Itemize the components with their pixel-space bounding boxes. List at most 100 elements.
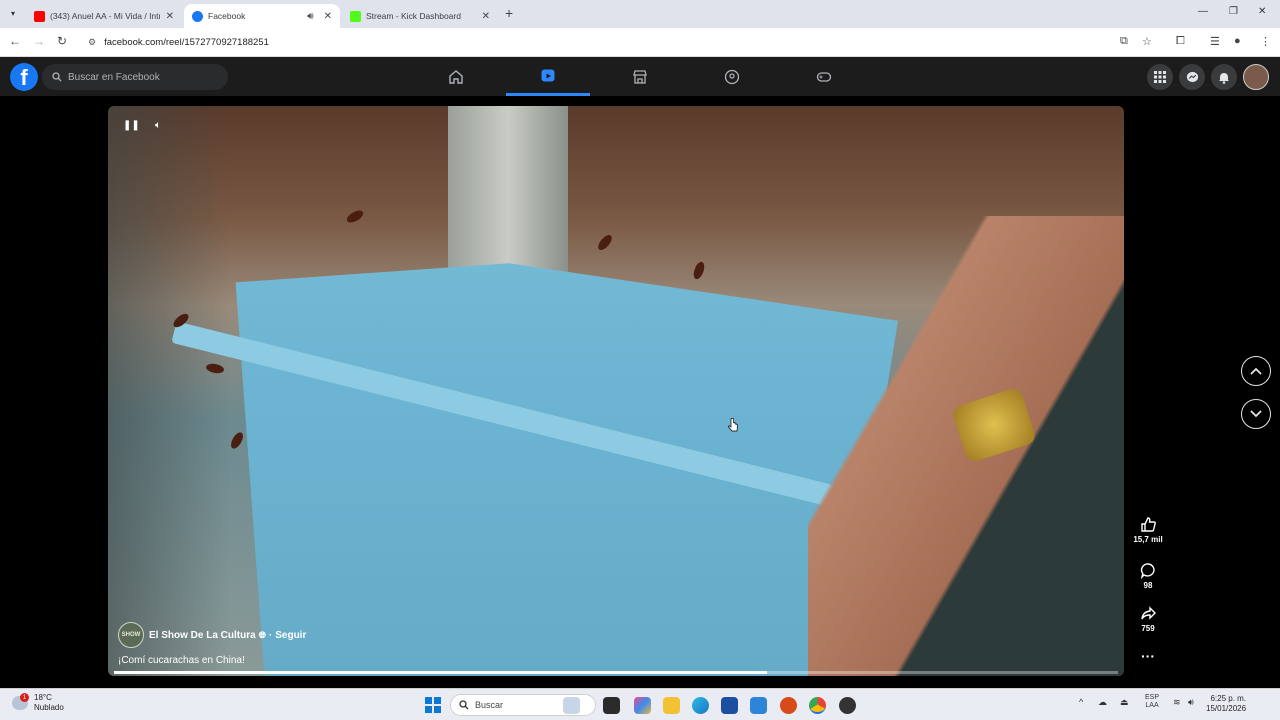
reel-progress-bar[interactable] (114, 671, 1118, 674)
copilot-icon[interactable] (634, 697, 651, 714)
tab-facebook[interactable]: Facebook 🔊︎ ✕ (184, 4, 340, 28)
nav-groups[interactable] (690, 57, 774, 96)
more-options-icon[interactable]: ··· (1128, 648, 1168, 664)
channel-name[interactable]: El Show De La Cultura (149, 630, 256, 641)
lang-code: ESP (1145, 694, 1160, 701)
pause-icon[interactable]: ❚❚ (123, 120, 140, 131)
comment-icon (1140, 563, 1155, 579)
channel-info: SHOW El Show De La Cultura 🌐︎ · Seguir (118, 622, 306, 648)
minimize-icon[interactable]: — (1198, 6, 1208, 17)
address-bar-row: ← → ↻ ⚙ facebook.com/reel/15727709271882… (0, 28, 1280, 57)
volume-tray-icon[interactable]: 🔊︎ (1188, 697, 1194, 708)
comment-button[interactable]: 98 (1128, 562, 1168, 590)
chevron-up-icon (1250, 367, 1262, 375)
grid-icon (1154, 71, 1166, 83)
chrome-icon[interactable] (809, 697, 826, 714)
tab-kick[interactable]: Stream - Kick Dashboard ✕ (342, 4, 498, 28)
tab-title: Facebook (208, 11, 246, 21)
usb-icon[interactable]: ⏏ (1120, 697, 1129, 708)
chevron-down-icon (1250, 410, 1262, 418)
clock-date: 15/01/2026 (1206, 704, 1247, 713)
follow-link[interactable]: Seguir (275, 630, 306, 641)
next-reel-button[interactable] (1241, 399, 1271, 429)
tray-overflow-icon[interactable]: ^ (1079, 697, 1083, 707)
youtube-icon (34, 10, 45, 22)
task-view-icon[interactable] (603, 697, 620, 714)
share-button[interactable]: 759 (1128, 605, 1168, 633)
facebook-logo[interactable]: f (10, 63, 38, 91)
nav-home[interactable] (414, 57, 498, 96)
back-icon[interactable]: ← (9, 34, 21, 48)
start-button[interactable] (425, 697, 441, 713)
messenger-button[interactable] (1179, 64, 1205, 90)
wifi-icon[interactable]: ≋ (1173, 697, 1181, 708)
like-button[interactable]: 15,7 mil (1128, 516, 1168, 544)
search-icon (52, 72, 62, 82)
like-count: 15,7 mil (1133, 535, 1163, 544)
notifications-button[interactable] (1211, 64, 1237, 90)
hand-cursor-icon (728, 418, 738, 432)
account-avatar[interactable] (1243, 64, 1269, 90)
language-indicator[interactable]: ESP LAA (1145, 694, 1159, 710)
url-bar[interactable]: ⚙ facebook.com/reel/1572770927188251 (80, 32, 1110, 53)
bookmark-star-icon[interactable]: ☆ (1142, 35, 1152, 48)
speaker-icon[interactable]: 🔊︎ (307, 11, 313, 22)
windows-taskbar: 1 18°C Nublado Buscar ^ ☁ ⏏ ESP LAA ≋ 🔊︎… (0, 688, 1280, 720)
close-tab-icon[interactable]: ✕ (324, 11, 332, 22)
video-scene-roach (344, 208, 366, 225)
install-app-icon[interactable]: ⧉ (1120, 35, 1128, 48)
separator-dot: · (268, 629, 273, 641)
menu-grid-button[interactable] (1147, 64, 1173, 90)
close-tab-icon[interactable]: ✕ (166, 11, 174, 22)
edge-icon[interactable] (692, 697, 709, 714)
profile-icon[interactable]: ● (1234, 35, 1241, 47)
messenger-icon (1186, 71, 1198, 82)
site-info-icon[interactable]: ⚙ (88, 37, 96, 48)
video-scene-roach (595, 232, 615, 253)
app-icon[interactable] (780, 697, 797, 714)
tab-search-icon[interactable]: ▾ (6, 6, 20, 20)
reels-icon (541, 69, 555, 82)
like-icon (1140, 517, 1156, 532)
nav-reels[interactable] (506, 57, 590, 96)
browser-tab-strip: ▾ (343) Anuel AA - Mi Vida / Intro ✕ Fac… (0, 0, 1280, 28)
tab-groups-icon[interactable]: ☰ (1210, 35, 1220, 48)
restore-icon[interactable]: ❐ (1229, 6, 1238, 17)
facebook-header: f Buscar en Facebook (0, 57, 1280, 96)
nav-gaming[interactable] (782, 57, 866, 96)
globe-icon: 🌐︎ (258, 629, 266, 640)
cloud-sync-icon[interactable]: ☁ (1098, 697, 1107, 708)
marketplace-icon (633, 69, 647, 84)
reel-progress-fill (114, 671, 767, 674)
home-icon (449, 69, 463, 84)
extensions-icon[interactable]: ⧠ (1176, 35, 1185, 48)
groups-icon (724, 69, 740, 84)
menu-icon[interactable]: ⋮ (1260, 35, 1271, 48)
previous-reel-button[interactable] (1241, 356, 1271, 386)
close-tab-icon[interactable]: ✕ (482, 11, 490, 22)
nav-marketplace[interactable] (598, 57, 682, 96)
kick-icon (350, 10, 361, 22)
close-window-icon[interactable]: ✕ (1258, 6, 1266, 17)
reel-video[interactable]: ❚❚ 🔈︎ SHOW El Show De La Cultura 🌐︎ · Se… (108, 106, 1124, 676)
share-icon (1140, 606, 1156, 620)
reload-icon[interactable]: ↻ (57, 34, 67, 48)
weather-widget[interactable]: 1 18°C Nublado (12, 693, 64, 713)
file-explorer-icon[interactable] (663, 697, 680, 714)
reel-caption: ¡Comí cucarachas en China! (118, 655, 245, 666)
volume-icon[interactable]: 🔈︎ (155, 120, 161, 131)
forward-icon[interactable]: → (33, 34, 45, 48)
lang-region: LAA (1145, 702, 1159, 709)
facebook-search-input[interactable]: Buscar en Facebook (42, 64, 228, 90)
mail-icon[interactable] (750, 697, 767, 714)
taskbar-clock[interactable]: 6:25 p. m. 15/01/2026 (1206, 694, 1246, 714)
new-tab-button[interactable]: + (505, 5, 513, 21)
store-icon[interactable] (721, 697, 738, 714)
search-icon (459, 700, 469, 710)
search-placeholder: Buscar en Facebook (68, 71, 160, 83)
obs-icon[interactable] (839, 697, 856, 714)
bell-icon (1219, 72, 1229, 84)
tab-title: Stream - Kick Dashboard (366, 11, 461, 21)
tab-youtube[interactable]: (343) Anuel AA - Mi Vida / Intro ✕ (26, 4, 182, 28)
channel-avatar[interactable]: SHOW (118, 622, 144, 648)
